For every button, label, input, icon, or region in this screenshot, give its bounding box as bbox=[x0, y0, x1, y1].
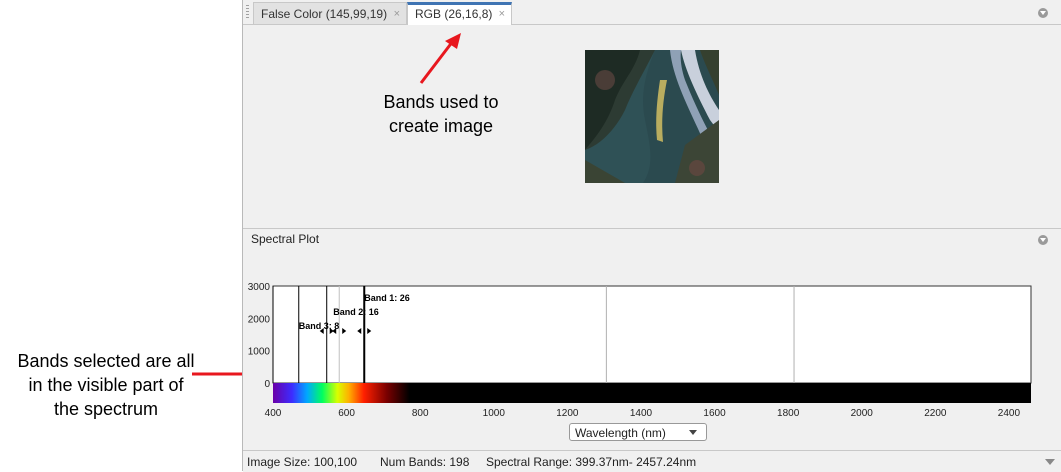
status-bar: Image Size: 100,100 Num Bands: 198 Spect… bbox=[243, 450, 1061, 472]
tab-strip-grip[interactable] bbox=[246, 5, 249, 19]
x-tick-label: 400 bbox=[265, 408, 282, 419]
y-tick-label: 0 bbox=[264, 379, 270, 390]
left-annotation-line-1: Bands selected are all bbox=[17, 351, 195, 371]
x-tick-label: 800 bbox=[412, 408, 429, 419]
tab-rgb[interactable]: RGB (26,16,8) × bbox=[407, 2, 512, 25]
status-num-bands: Num Bands: 198 bbox=[380, 455, 470, 469]
x-axis-unit-dropdown[interactable]: Wavelength (nm) bbox=[569, 423, 707, 441]
y-tick-label: 2000 bbox=[248, 314, 271, 325]
top-annotation-line-1: Bands used to bbox=[383, 92, 499, 112]
panel-menu-icon[interactable] bbox=[1038, 235, 1048, 245]
spectral-plot-pane: Band 3: 8 Band 2: 16 Band 1: 26 0 1000 2000 3… bbox=[243, 251, 1061, 449]
x-tick-label: 1600 bbox=[703, 408, 726, 419]
x-tick-label: 2400 bbox=[998, 408, 1021, 419]
band-label: Band 2: 16 bbox=[333, 307, 379, 317]
left-annotation-line-2: in the visible part of bbox=[28, 375, 184, 395]
document-tab-strip: False Color (145,99,19) × RGB (26,16,8) … bbox=[243, 0, 1061, 25]
spectral-plot-title: Spectral Plot bbox=[251, 232, 320, 246]
tab-menu-icon[interactable] bbox=[1038, 8, 1048, 18]
x-tick-label: 2000 bbox=[851, 408, 874, 419]
x-tick-label: 1800 bbox=[777, 408, 800, 419]
spectral-plot-header: Spectral Plot bbox=[243, 228, 1061, 252]
x-tick-label: 1200 bbox=[556, 408, 579, 419]
status-image-size: Image Size: 100,100 bbox=[247, 455, 358, 469]
y-tick-label: 1000 bbox=[248, 347, 271, 358]
spectral-chart[interactable]: Band 3: 8 Band 2: 16 Band 1: 26 0 1000 2000 3… bbox=[243, 251, 1061, 421]
status-menu-icon[interactable] bbox=[1045, 459, 1055, 465]
top-annotation-line-2: create image bbox=[388, 116, 494, 136]
top-annotation: Bands used to create image bbox=[351, 90, 531, 138]
band-label: Band 3: 8 bbox=[299, 321, 340, 331]
band-label: Band 1: 26 bbox=[364, 293, 410, 303]
y-tick-label: 3000 bbox=[248, 282, 271, 293]
x-axis-unit-value: Wavelength (nm) bbox=[575, 426, 666, 440]
tab-false-color-label: False Color (145,99,19) bbox=[261, 7, 388, 21]
x-tick-label: 1400 bbox=[630, 408, 653, 419]
tab-false-color[interactable]: False Color (145,99,19) × bbox=[253, 2, 407, 24]
image-display-pane: Bands used to create image bbox=[243, 25, 1061, 227]
chevron-down-icon bbox=[689, 430, 697, 435]
left-annotation-line-3: the spectrum bbox=[53, 399, 159, 419]
spectrum-colorbar bbox=[273, 383, 1031, 403]
close-icon[interactable]: × bbox=[394, 3, 400, 25]
close-icon[interactable]: × bbox=[499, 5, 505, 23]
x-tick-label: 600 bbox=[338, 408, 355, 419]
image-viewer-app: False Color (145,99,19) × RGB (26,16,8) … bbox=[242, 0, 1061, 472]
top-annotation-arrow bbox=[419, 33, 461, 84]
x-tick-label: 1000 bbox=[483, 408, 506, 419]
tab-rgb-label: RGB (26,16,8) bbox=[415, 7, 493, 21]
rgb-image[interactable] bbox=[585, 50, 719, 183]
x-tick-label: 2200 bbox=[924, 408, 947, 419]
status-spectral-range: Spectral Range: 399.37nm- 2457.24nm bbox=[486, 455, 697, 469]
left-annotation: Bands selected are all in the visible pa… bbox=[0, 349, 212, 421]
